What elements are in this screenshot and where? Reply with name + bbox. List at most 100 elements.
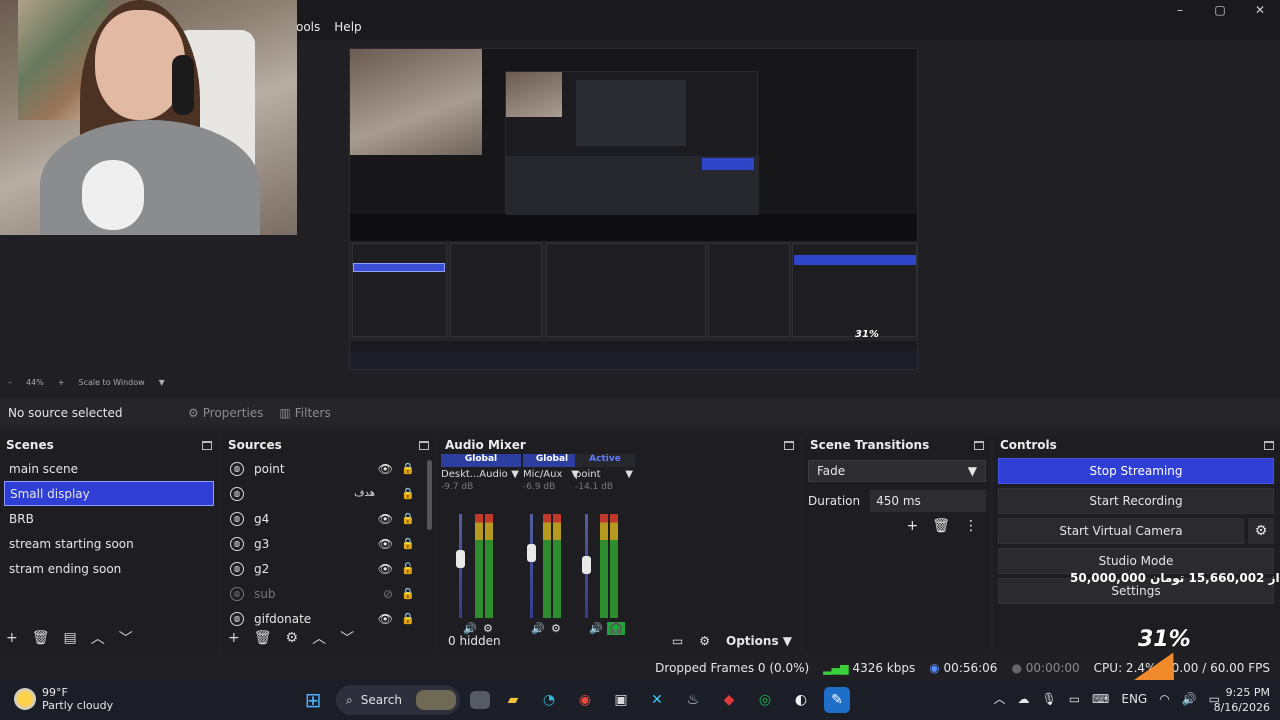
channel-scope: Global [441, 454, 521, 467]
source-item[interactable]: ◍ g4 👁 🔒 [222, 506, 435, 531]
volume-slider-track[interactable] [530, 514, 533, 618]
game-app-icon[interactable]: ◆ [716, 687, 742, 713]
transition-select[interactable]: Fade ▼ [808, 460, 986, 482]
zoom-in-button[interactable]: + [58, 378, 65, 387]
lock-icon[interactable]: 🔒 [401, 512, 415, 525]
source-item[interactable]: ◍ هدف 🔒 [222, 481, 435, 506]
search-box[interactable]: ⌕ Search [336, 685, 460, 715]
source-item[interactable]: ◍ g2 👁 🔓 [222, 556, 435, 581]
chevron-down-icon[interactable]: ▼ [511, 469, 519, 480]
eye-icon[interactable]: 👁 [378, 462, 393, 476]
zoom-out-button[interactable]: – [8, 378, 12, 387]
move-up-icon[interactable]: ︿ [312, 628, 326, 648]
preview-dock [350, 241, 917, 341]
start-recording-button[interactable]: Start Recording [998, 488, 1274, 514]
maximize-button[interactable]: ▢ [1200, 0, 1240, 20]
scene-item[interactable]: main scene [0, 456, 218, 481]
browser-source-icon: ◍ [230, 561, 244, 576]
add-icon[interactable]: + [228, 630, 240, 646]
trash-icon[interactable]: 🗑 [932, 518, 950, 534]
popout-icon[interactable] [974, 440, 984, 450]
gear-icon[interactable]: ⚙ [286, 630, 299, 646]
move-up-icon[interactable]: ︿ [91, 628, 105, 648]
chrome-icon[interactable]: ◉ [572, 687, 598, 713]
filters-button[interactable]: ▥ Filters [279, 406, 330, 420]
window-controls: – ▢ ✕ [1160, 0, 1280, 20]
menu-tools[interactable]: ools [296, 20, 320, 34]
chevron-down-icon[interactable]: ▼ [625, 469, 633, 480]
minimize-button[interactable]: – [1160, 0, 1200, 20]
eye-icon[interactable]: 👁 [378, 537, 393, 551]
display-icon[interactable]: ▭ [1069, 692, 1080, 706]
trash-icon[interactable]: 🗑 [254, 630, 272, 646]
spotify-icon[interactable]: ◎ [752, 687, 778, 713]
options-button[interactable]: Options ▼ [726, 634, 792, 648]
move-down-icon[interactable]: ﹀ [340, 628, 354, 648]
popout-icon[interactable] [419, 440, 429, 450]
task-view-icon[interactable] [470, 691, 490, 709]
eye-icon[interactable]: 👁 [378, 512, 393, 526]
stop-streaming-button[interactable]: Stop Streaming [998, 458, 1274, 484]
duration-input[interactable]: 450 ms [870, 490, 986, 512]
store-icon[interactable]: ▣ [608, 687, 634, 713]
edge-icon[interactable]: ◔ [536, 687, 562, 713]
add-icon[interactable]: + [906, 518, 918, 534]
duration-label: Duration [808, 494, 861, 508]
lock-icon[interactable]: 🔒 [401, 587, 415, 600]
volume-icon[interactable]: 🔊 [1182, 692, 1197, 706]
add-icon[interactable]: + [6, 630, 18, 646]
steam-icon[interactable]: ♨ [680, 687, 706, 713]
weather-widget[interactable]: 99°F Partly cloudy [14, 686, 113, 712]
lock-icon[interactable]: 🔒 [401, 612, 415, 625]
chevron-down-icon[interactable]: ▼ [159, 378, 165, 387]
clock[interactable]: 9:25 PM 8/16/2026 [1214, 685, 1270, 715]
obs-icon[interactable]: ◐ [788, 687, 814, 713]
start-virtual-camera-button[interactable]: Start Virtual Camera [998, 518, 1244, 544]
file-explorer-icon[interactable]: ▰ [500, 687, 526, 713]
keyboard-icon[interactable]: ⌨ [1092, 692, 1109, 706]
language-indicator[interactable]: ENG [1121, 692, 1147, 706]
dock-title: Controls [1000, 438, 1057, 452]
zoom-mode[interactable]: Scale to Window [78, 378, 144, 387]
stream-time: ◉ 00:56:06 [929, 660, 998, 675]
popout-icon[interactable] [1264, 440, 1274, 450]
xbox-icon[interactable]: ✕ [644, 687, 670, 713]
volume-fader[interactable] [527, 544, 536, 562]
filter-icon[interactable]: ▤ [64, 630, 77, 646]
gear-icon[interactable]: ⚙ [1248, 518, 1274, 544]
lock-icon[interactable]: 🔒 [401, 487, 415, 500]
eye-icon[interactable]: 👁 [378, 562, 393, 576]
menu-help[interactable]: Help [334, 20, 361, 34]
mixer-settings-icon[interactable]: ⚙ [699, 634, 710, 648]
chevron-up-icon[interactable]: ︿ [993, 690, 1005, 707]
popout-icon[interactable] [202, 440, 212, 450]
scene-item[interactable]: BRB [0, 506, 218, 531]
program-preview[interactable]: 31% [349, 48, 918, 370]
scrollbar[interactable] [427, 460, 432, 530]
layout-icon[interactable]: ▭ [672, 634, 683, 648]
popout-icon[interactable] [784, 440, 794, 450]
more-icon[interactable]: ⋮ [964, 518, 978, 534]
source-item[interactable]: ◍ g3 👁 🔒 [222, 531, 435, 556]
volume-fader[interactable] [456, 550, 465, 568]
scene-item-selected[interactable]: Small display [4, 481, 214, 506]
editor-app-icon[interactable]: ✎ [824, 687, 850, 713]
lock-icon[interactable]: 🔒 [401, 537, 415, 550]
eye-hidden-icon[interactable]: ⊘ [383, 587, 393, 601]
move-down-icon[interactable]: ﹀ [119, 628, 133, 648]
volume-fader[interactable] [582, 556, 591, 574]
scene-item[interactable]: stream starting soon [0, 531, 218, 556]
unlock-icon[interactable]: 🔓 [401, 562, 415, 575]
close-button[interactable]: ✕ [1240, 0, 1280, 20]
eye-icon[interactable]: 👁 [378, 612, 393, 626]
mic-icon[interactable]: 🎙 [1041, 692, 1056, 706]
properties-button[interactable]: ⚙ Properties [188, 406, 263, 420]
windows-start-icon[interactable]: ⊞ [300, 687, 326, 713]
network-app-icon[interactable]: ☁ [1017, 692, 1029, 706]
wifi-icon[interactable]: ◠ [1159, 692, 1169, 706]
source-item-hidden[interactable]: ◍ sub ⊘ 🔒 [222, 581, 435, 606]
lock-icon[interactable]: 🔒 [401, 462, 415, 475]
source-item[interactable]: ◍ point 👁 🔒 [222, 456, 435, 481]
trash-icon[interactable]: 🗑 [32, 630, 50, 646]
scene-item[interactable]: stram ending soon [0, 556, 218, 581]
